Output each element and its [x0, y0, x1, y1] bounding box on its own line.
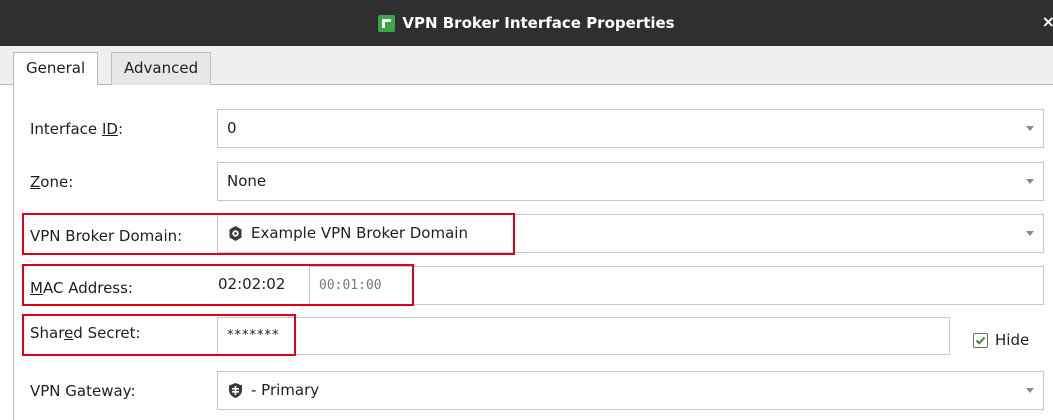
vpn-gateway-value: - Primary: [251, 381, 320, 399]
interface-id-select[interactable]: 0: [217, 109, 1044, 148]
zone-select[interactable]: None: [217, 162, 1044, 201]
title-bar: VPN Broker Interface Properties ×: [0, 0, 1053, 46]
tab-advanced[interactable]: Advanced: [111, 52, 212, 85]
highlight-shared-secret: [22, 314, 296, 356]
vpn-gateway-select[interactable]: - Primary: [217, 371, 1044, 410]
chevron-down-icon: [1026, 179, 1034, 184]
chevron-down-icon: [1026, 231, 1034, 236]
gateway-shield-icon: [229, 383, 242, 398]
mac-address-input[interactable]: 00:01:00: [309, 266, 1044, 305]
highlight-vpn-broker-domain: [22, 213, 515, 255]
window-title: VPN Broker Interface Properties: [402, 14, 675, 32]
chevron-down-icon: [1026, 388, 1034, 393]
zone-value: None: [227, 172, 267, 190]
hide-checkbox-group[interactable]: Hide: [973, 331, 1029, 349]
tab-general[interactable]: General: [13, 52, 99, 86]
chevron-down-icon: [1026, 126, 1034, 131]
shared-secret-input[interactable]: *******: [217, 317, 950, 355]
highlight-mac-address: [22, 264, 414, 306]
interface-id-value: 0: [227, 119, 237, 137]
close-icon[interactable]: ×: [1042, 12, 1053, 31]
tab-strip: General Advanced: [0, 46, 1053, 86]
hide-checkbox-label: Hide: [995, 331, 1030, 349]
interface-id-label: Interface ID:: [30, 120, 123, 138]
app-logo-icon: [378, 14, 396, 32]
zone-label: Zone:: [30, 173, 74, 191]
checkmark-icon: [975, 336, 986, 345]
hide-checkbox[interactable]: [973, 332, 988, 348]
vpn-gateway-label: VPN Gateway:: [30, 382, 136, 400]
